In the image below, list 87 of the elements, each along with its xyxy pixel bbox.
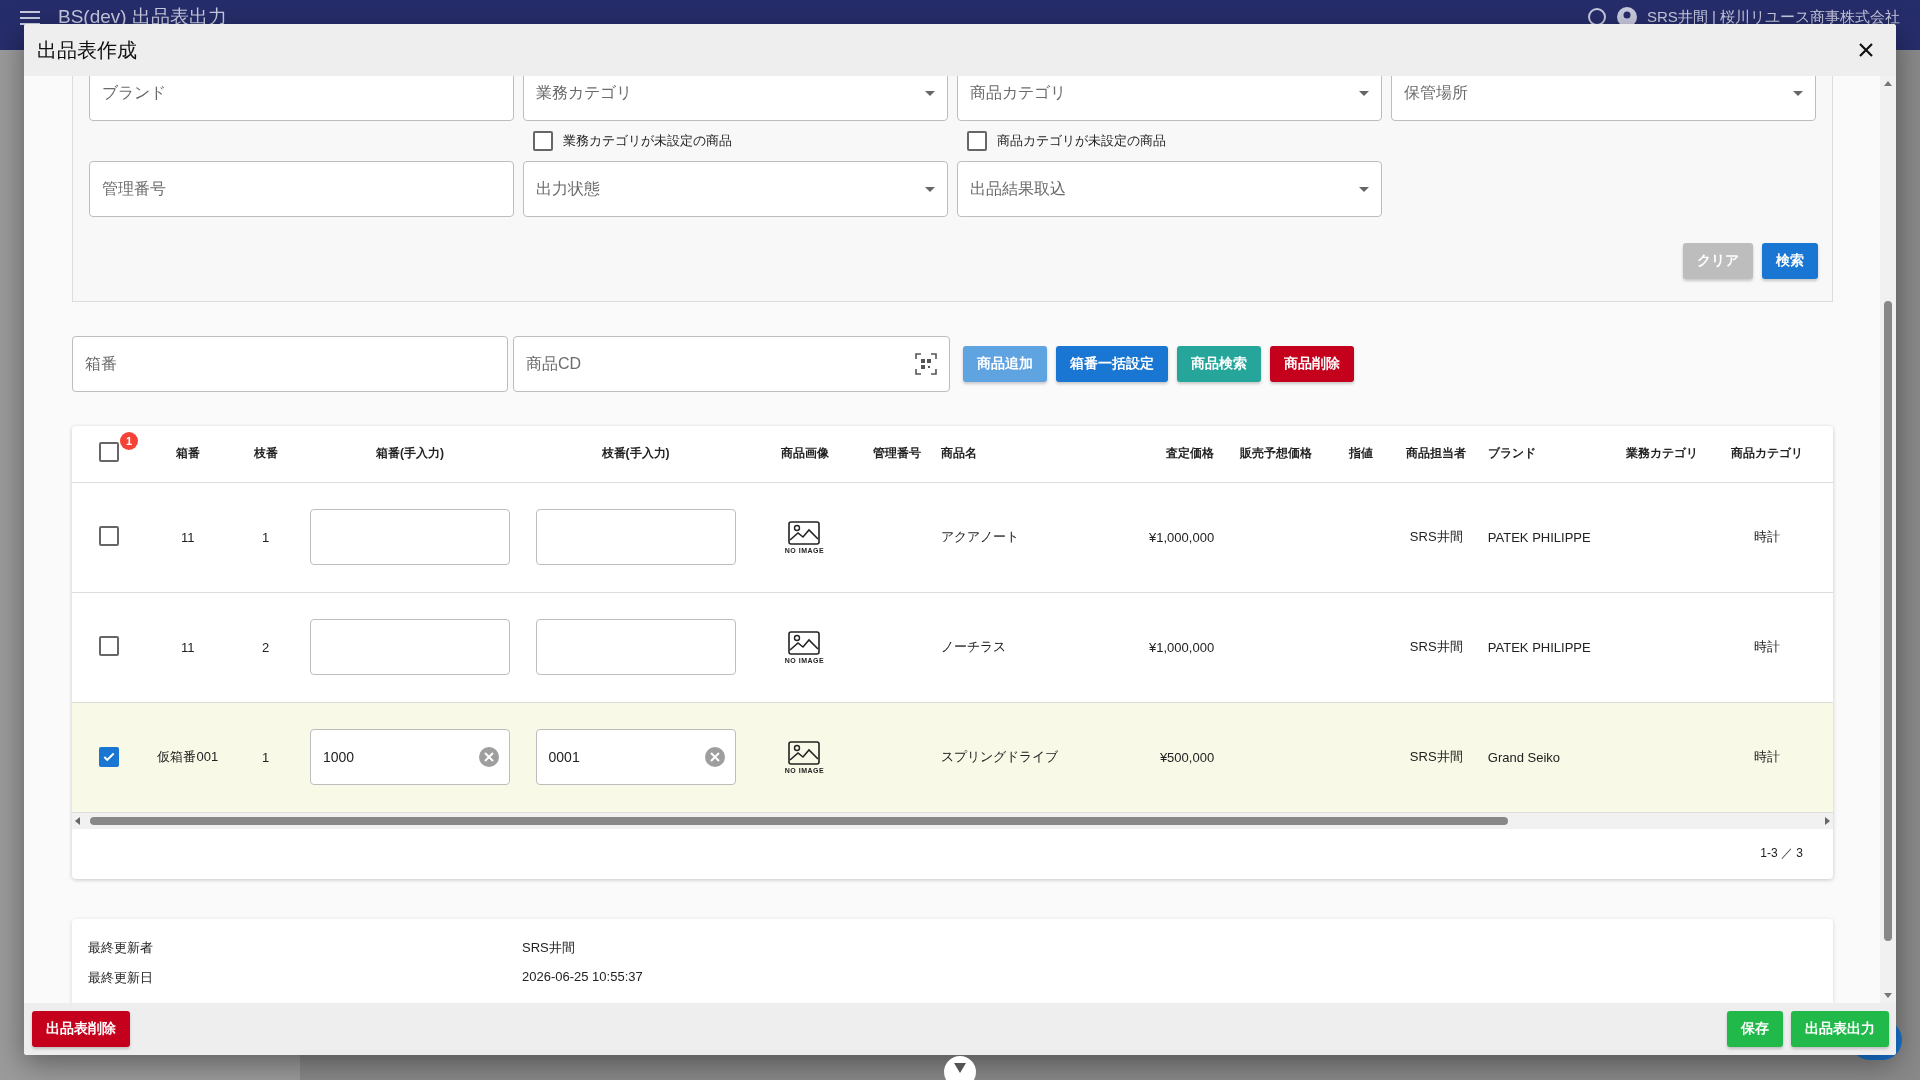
dropdown-caret-icon (925, 186, 935, 192)
table-cell: SRS井間 (1409, 749, 1463, 764)
checkbox[interactable] (98, 442, 119, 463)
dropdown-caret-icon (1359, 186, 1369, 192)
info-value: 2026-06-25 10:55:37 (522, 968, 644, 986)
delete-button[interactable]: 出品表削除 (32, 1011, 130, 1047)
info-label: 最終更新日 (88, 968, 154, 987)
app-title: BS(dev) 出品表出力 (58, 6, 227, 28)
menu-icon[interactable] (20, 11, 40, 25)
table-cell: 時計 (1754, 639, 1781, 654)
search-button[interactable]: 検索 (1762, 243, 1818, 279)
input-field[interactable] (535, 619, 736, 675)
column-header: 商品カテゴリ (1731, 446, 1804, 461)
table-cell: ¥1,000,000 (1149, 529, 1215, 545)
column-header: 枝番 (253, 446, 278, 461)
column-header: 指値 (1349, 446, 1373, 461)
select-field[interactable]: 出力状態 (523, 161, 948, 217)
action-button[interactable]: 箱番一括設定 (1056, 346, 1168, 382)
column-header: 管理番号 (873, 446, 922, 461)
input-field[interactable] (309, 509, 510, 565)
input-field[interactable]: ブランド (89, 76, 514, 121)
image-icon (788, 520, 821, 545)
checkbox[interactable] (98, 525, 119, 546)
input-field[interactable]: 1000 (309, 729, 510, 785)
image-icon (788, 740, 821, 765)
checkbox-label: 業務カテゴリが未設定の商品 (563, 132, 732, 150)
table-cell: SRS井間 (1409, 639, 1463, 654)
table-cell: アクアノート (941, 529, 1020, 544)
table-cell: 時計 (1754, 529, 1781, 544)
select-field[interactable]: 保管場所 (1391, 76, 1816, 121)
table-cell: 1 (261, 749, 270, 765)
table-cell: 1 (261, 529, 270, 545)
image-icon (788, 630, 821, 655)
column-header: 箱番(手入力) (375, 446, 444, 461)
column-header: 商品画像 (780, 446, 829, 461)
checkbox[interactable] (98, 747, 119, 767)
checkbox[interactable] (967, 131, 987, 151)
action-button[interactable]: 商品検索 (1177, 346, 1261, 382)
dropdown-caret-icon (925, 90, 935, 96)
input-field[interactable]: 箱番 (72, 336, 508, 392)
count-badge: 1 (120, 432, 138, 450)
dialog-title: 出品表作成 (37, 37, 137, 63)
input-field[interactable] (535, 509, 736, 565)
checkmark-icon (101, 750, 116, 764)
column-header: 業務カテゴリ (1625, 446, 1698, 461)
table-cell: ¥500,000 (1159, 749, 1215, 765)
column-header: 査定価格 (1166, 446, 1215, 461)
input-field[interactable]: 0001 (535, 729, 736, 785)
dropdown-caret-icon (1359, 90, 1369, 96)
table-cell: PATEK PHILIPPE (1487, 639, 1591, 655)
close-icon (1858, 42, 1874, 58)
select-field[interactable]: 商品カテゴリ (957, 76, 1382, 121)
checkbox[interactable] (98, 635, 119, 656)
dropdown-caret-icon (1793, 90, 1803, 96)
table-cell: ¥1,000,000 (1149, 639, 1215, 655)
table-cell: 11 (181, 529, 195, 545)
table-cell: Grand Seiko (1487, 749, 1561, 765)
qr-scan-icon[interactable] (915, 353, 937, 375)
clear-icon[interactable] (704, 747, 725, 767)
action-button[interactable]: 商品削除 (1270, 346, 1354, 382)
pagination-text: 1-3 ／ 3 (1760, 845, 1803, 862)
expand-button[interactable] (944, 1056, 976, 1080)
column-header: ブランド (1487, 446, 1536, 461)
column-header: 販売予想価格 (1239, 446, 1312, 461)
table-cell: 仮箱番001 (157, 749, 219, 764)
column-header: 商品名 (941, 446, 978, 461)
input-field[interactable] (309, 619, 510, 675)
input-field[interactable]: 商品CD (513, 336, 950, 392)
table-cell: 11 (181, 639, 195, 655)
table-cell: スプリングドライブ (941, 749, 1059, 764)
select-field[interactable]: 出品結果取込 (957, 161, 1382, 217)
select-field[interactable]: 業務カテゴリ (523, 76, 948, 121)
table-cell: SRS井間 (1409, 529, 1463, 544)
column-header: 商品担当者 (1406, 446, 1467, 461)
table-cell: 時計 (1754, 749, 1781, 764)
caret-icon (953, 1062, 967, 1074)
column-header: 箱番 (175, 446, 200, 461)
checkbox-label: 商品カテゴリが未設定の商品 (997, 132, 1166, 150)
column-header: 枝番(手入力) (601, 446, 670, 461)
input-field[interactable]: 管理番号 (89, 161, 514, 217)
table-cell: PATEK PHILIPPE (1487, 529, 1591, 545)
checkbox[interactable] (533, 131, 553, 151)
table-cell: ノーチラス (941, 639, 1007, 654)
table-cell: 2 (261, 639, 270, 655)
clear-icon[interactable] (478, 747, 499, 767)
info-value: SRS井間 (522, 938, 576, 957)
info-label: 最終更新者 (88, 938, 154, 957)
